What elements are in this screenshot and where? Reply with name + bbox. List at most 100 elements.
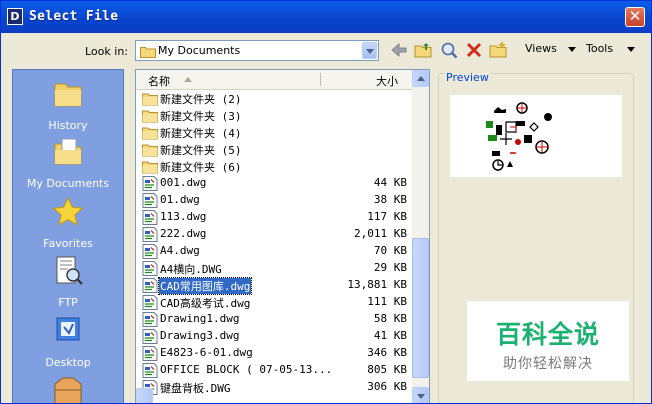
place-label: Desktop (45, 356, 91, 369)
file-row[interactable]: Drawing3.dwg 41 KB (140, 328, 410, 345)
history-folder-icon (54, 83, 82, 107)
my-documents-icon (54, 138, 82, 165)
place-label: My Documents (26, 177, 110, 190)
scroll-left-button[interactable] (136, 388, 153, 403)
file-name: 新建文件夹 (4) (160, 127, 242, 140)
file-row[interactable]: 新建文件夹 (4) (140, 124, 410, 141)
file-row[interactable]: Drawing1.dwg 58 KB (140, 311, 410, 328)
file-name: Drawing3.dwg (160, 329, 240, 342)
file-row[interactable]: 113.dwg 117 KB (140, 209, 410, 226)
file-list[interactable]: 名称 大小 新建文件夹 (2) 新建文件夹 (3) 新建文件夹 (4) 新建文件夹 (… (135, 69, 430, 403)
delete-icon[interactable] (465, 41, 483, 59)
file-name: A4横向.DWG (160, 263, 222, 276)
close-button[interactable]: ✕ (625, 7, 645, 27)
file-row[interactable]: 键盘背板.DWG 306 KB (140, 379, 410, 396)
new-folder-icon[interactable] (489, 41, 507, 59)
tools-dropdown-arrow[interactable] (627, 47, 635, 52)
look-in-dropdown[interactable]: My Documents (135, 40, 379, 61)
column-divider[interactable] (320, 73, 321, 86)
dwg-file-icon (142, 312, 158, 327)
file-name: 新建文件夹 (2) (160, 93, 242, 106)
dialog-title: Select File (29, 9, 119, 24)
file-row[interactable]: 001.dwg 44 KB (140, 175, 410, 192)
file-row[interactable]: 新建文件夹 (5) (140, 141, 410, 158)
file-size: 306 KB (367, 380, 407, 393)
file-size: 346 KB (367, 346, 407, 359)
dwg-file-icon (142, 329, 158, 344)
column-header-size[interactable]: 大小 (376, 73, 398, 89)
scroll-down-button[interactable] (412, 387, 429, 403)
file-row[interactable]: CAD高级考试.dwg 111 KB (140, 294, 410, 311)
file-row[interactable]: 新建文件夹 (3) (140, 107, 410, 124)
place-favorites[interactable]: Favorites (13, 196, 123, 250)
views-menu[interactable]: Views (525, 42, 557, 55)
file-name: CAD常用图库.dwg (157, 277, 253, 295)
file-name: Drawing1.dwg (160, 312, 240, 325)
file-name: 001.dwg (160, 176, 207, 189)
file-size: 58 KB (373, 312, 407, 325)
place-label: FTP (58, 296, 78, 309)
dwg-file-icon (142, 176, 158, 191)
preview-label: Preview (445, 71, 490, 84)
file-size: 111 KB (367, 295, 407, 308)
file-row[interactable]: A4横向.DWG 29 KB (140, 260, 410, 277)
file-row[interactable]: 新建文件夹 (2) (140, 90, 410, 107)
folder-icon (142, 110, 158, 123)
dwg-file-icon (142, 227, 158, 242)
vertical-scrollbar[interactable] (412, 70, 429, 403)
scroll-thumb[interactable] (412, 238, 429, 378)
file-row[interactable]: E4823-6-01.dwg 346 KB (140, 345, 410, 362)
place-ftp[interactable]: FTP (13, 255, 123, 309)
back-arrow-icon[interactable] (390, 41, 408, 59)
file-size: 44 KB (373, 176, 407, 189)
dwg-file-icon (142, 261, 158, 276)
file-name: 新建文件夹 (6) (160, 161, 242, 174)
favorites-star-icon (52, 196, 84, 226)
place-desktop[interactable]: Desktop (13, 315, 123, 369)
title-bar[interactable]: D Select File ✕ (1, 1, 651, 33)
toolbar: Look in: My Documents Views Tools (1, 33, 651, 69)
file-row[interactable]: 01.dwg 38 KB (140, 192, 410, 209)
scroll-up-button[interactable] (412, 70, 429, 87)
dwg-file-icon (142, 193, 158, 208)
views-dropdown-arrow[interactable] (568, 47, 576, 52)
preview-thumbnail (450, 95, 622, 177)
file-row[interactable]: A4.dwg 70 KB (140, 243, 410, 260)
desktop-icon (56, 317, 80, 341)
place-history[interactable]: History (13, 78, 123, 132)
folder-icon (142, 127, 158, 140)
watermark-logo: 百科全说 助你轻松解决 (467, 301, 629, 381)
folder-icon (140, 47, 156, 58)
file-name: E4823-6-01.dwg (160, 346, 253, 359)
dwg-file-icon (142, 278, 158, 293)
dwg-file-icon (142, 210, 158, 225)
search-web-icon[interactable] (440, 41, 458, 59)
look-in-dropdown-button[interactable] (362, 42, 377, 59)
place-my-documents[interactable]: My Documents (13, 136, 123, 190)
places-bar: History My Documents Favorites FTP Deskt… (12, 69, 124, 403)
file-size: 805 KB (367, 363, 407, 376)
file-name: 222.dwg (160, 227, 207, 240)
ftp-icon (56, 256, 83, 285)
file-size: 29 KB (373, 261, 407, 274)
file-row[interactable]: 222.dwg 2,011 KB (140, 226, 410, 243)
file-name: 键盘背板.DWG (160, 382, 231, 395)
file-name: A4.dwg (160, 244, 200, 257)
up-folder-icon[interactable] (414, 41, 432, 59)
folder-icon (142, 161, 158, 174)
file-row[interactable]: 新建文件夹 (6) (140, 158, 410, 175)
dwg-file-icon (142, 346, 158, 361)
file-row[interactable]: CAD常用图库.dwg 13,881 KB (140, 277, 410, 295)
list-header: 名称 大小 (136, 70, 412, 90)
dwg-file-icon (142, 295, 158, 310)
column-header-name[interactable]: 名称 (148, 73, 170, 89)
file-name: 113.dwg (160, 210, 207, 223)
dwg-file-icon (142, 363, 158, 378)
place-more[interactable] (13, 376, 123, 403)
file-name: 01.dwg (160, 193, 200, 206)
file-row[interactable]: OFFICE BLOCK ( 07-05-13... 805 KB (140, 362, 410, 379)
dwg-file-icon (142, 244, 158, 259)
file-size: 117 KB (367, 210, 407, 223)
tools-menu[interactable]: Tools (586, 42, 613, 55)
file-name: 新建文件夹 (5) (160, 144, 242, 157)
